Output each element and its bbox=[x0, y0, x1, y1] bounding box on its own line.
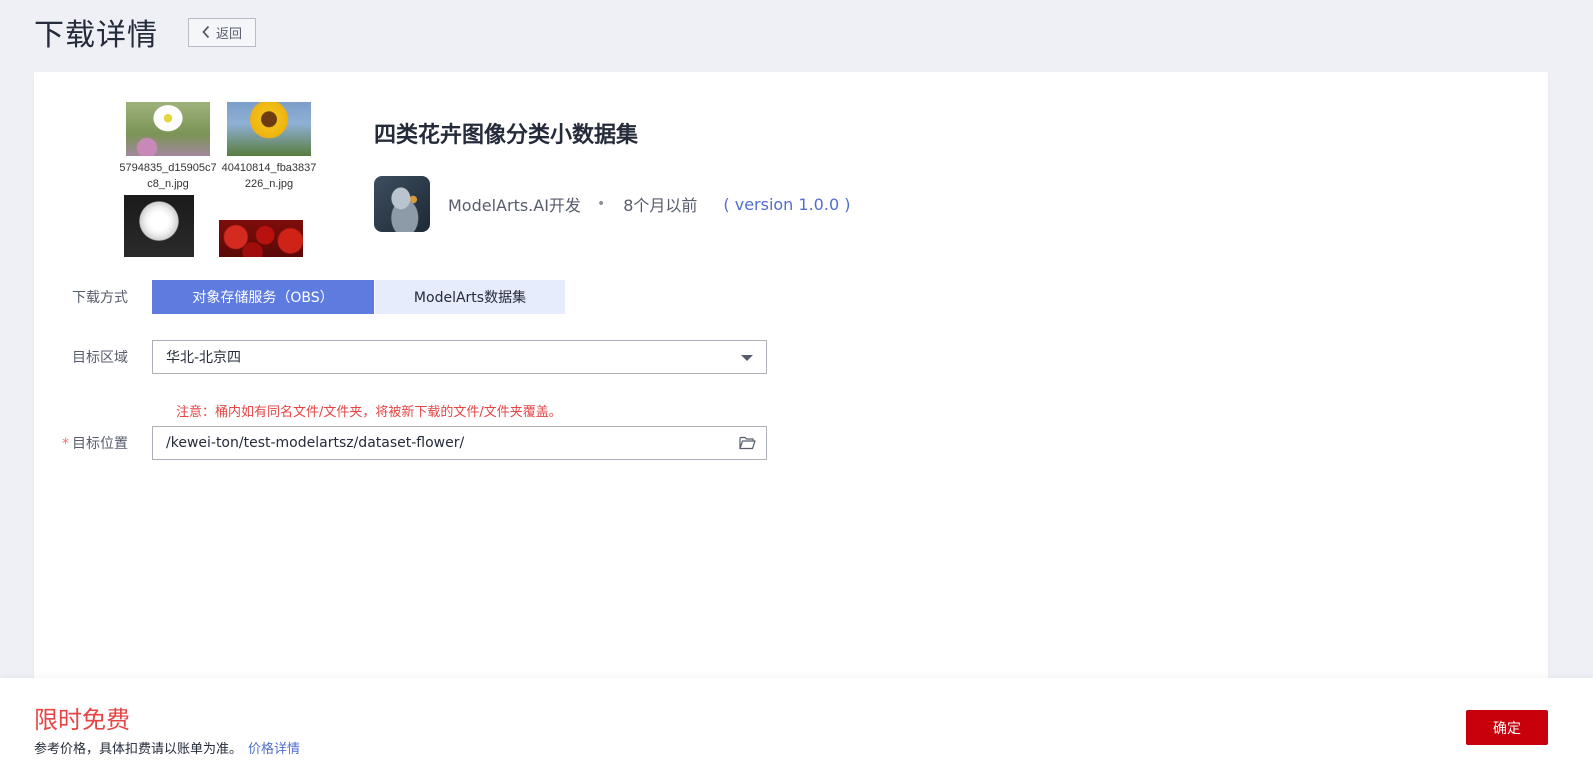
price-label: 限时免费 bbox=[34, 706, 130, 734]
dandelion-image bbox=[124, 195, 194, 257]
required-mark: * bbox=[62, 436, 69, 452]
thumbnail-caption: 40410814_fba3837226_n.jpg bbox=[221, 162, 317, 190]
thumbnail-item[interactable] bbox=[124, 195, 194, 257]
chevron-left-icon bbox=[202, 25, 210, 39]
price-note: 参考价格，具体扣费请以账单为准。 价格详情 bbox=[34, 738, 300, 757]
back-button-label: 返回 bbox=[216, 26, 243, 42]
back-button[interactable]: 返回 bbox=[188, 17, 257, 47]
price-details-link[interactable]: 价格详情 bbox=[248, 742, 300, 757]
dataset-title: 四类花卉图像分类小数据集 bbox=[374, 123, 639, 148]
dataset-meta: ModelArts.AI开发 • 8个月以前 ( version 1.0.0 ) bbox=[374, 176, 850, 232]
page-header: 下载详情 返回 bbox=[34, 10, 257, 54]
download-method-row: 下载方式 对象存储服务（OBS） ModelArts数据集 bbox=[34, 280, 565, 314]
updated-time: 8个月以前 bbox=[623, 196, 698, 215]
target-location-value: /kewei-ton/test-modelartsz/dataset-flowe… bbox=[166, 435, 465, 451]
thumbnail-item[interactable] bbox=[219, 220, 303, 257]
target-region-select[interactable]: 华北-北京四 bbox=[152, 340, 767, 374]
page-title: 下载详情 bbox=[34, 18, 158, 53]
target-location-row: * 目标位置 /kewei-ton/test-modelartsz/dataset… bbox=[34, 426, 767, 460]
chevron-down-icon bbox=[741, 355, 753, 361]
thumbnail-item[interactable]: 40410814_fba3837226_n.jpg bbox=[219, 102, 319, 192]
target-region-value: 华北-北京四 bbox=[166, 350, 242, 366]
dataset-thumbnails: 5794835_d15905c7c8_n.jpg 40410814_fba383… bbox=[120, 102, 320, 257]
meta-separator: • bbox=[596, 196, 606, 212]
footer-bar: 限时免费 参考价格，具体扣费请以账单为准。 价格详情 确定 bbox=[0, 678, 1593, 780]
thumbnail-caption: 5794835_d15905c7c8_n.jpg bbox=[120, 162, 217, 190]
roses-image bbox=[219, 220, 303, 257]
overwrite-warning: 注意：桶内如有同名文件/文件夹，将被新下载的文件/文件夹覆盖。 bbox=[176, 405, 562, 420]
option-obs[interactable]: 对象存储服务（OBS） bbox=[152, 280, 374, 314]
daisy-image bbox=[126, 102, 210, 156]
download-method-label: 下载方式 bbox=[72, 290, 128, 306]
thumbnail-item[interactable]: 5794835_d15905c7c8_n.jpg bbox=[120, 102, 218, 192]
folder-open-icon[interactable] bbox=[739, 435, 756, 450]
target-location-input[interactable]: /kewei-ton/test-modelartsz/dataset-flowe… bbox=[152, 426, 767, 460]
confirm-button[interactable]: 确定 bbox=[1466, 710, 1548, 745]
sunflower-image bbox=[227, 102, 311, 156]
version-link[interactable]: ( version 1.0.0 ) bbox=[723, 195, 850, 214]
price-note-text: 参考价格，具体扣费请以账单为准。 bbox=[34, 742, 243, 757]
target-location-label: 目标位置 bbox=[72, 436, 128, 452]
target-location-label-wrap: * 目标位置 bbox=[34, 433, 152, 453]
target-region-row: 目标区域 华北-北京四 bbox=[34, 340, 767, 374]
publisher-name[interactable]: ModelArts.AI开发 bbox=[448, 192, 581, 216]
download-method-selector: 对象存储服务（OBS） ModelArts数据集 bbox=[152, 280, 565, 314]
option-modelarts-dataset[interactable]: ModelArts数据集 bbox=[375, 280, 565, 314]
publisher-avatar bbox=[374, 176, 430, 232]
target-region-label: 目标区域 bbox=[72, 350, 128, 366]
download-card: 5794835_d15905c7c8_n.jpg 40410814_fba383… bbox=[34, 72, 1548, 692]
